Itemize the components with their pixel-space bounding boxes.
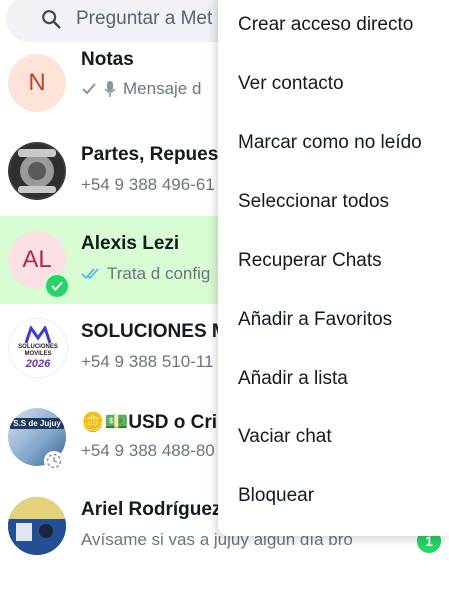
menu-item-ver-contacto[interactable]: Ver contacto xyxy=(238,73,344,95)
search-icon xyxy=(38,6,64,32)
menu-item-anadir-favoritos[interactable]: Añadir a Favoritos xyxy=(238,309,392,331)
group-photo-icon xyxy=(10,144,64,198)
single-check-icon xyxy=(82,83,96,95)
menu-item-bloquear[interactable]: Bloquear xyxy=(238,485,314,507)
menu-item-crear-acceso-directo[interactable]: Crear acceso directo xyxy=(238,14,413,36)
chat-name: Alexis Lezi xyxy=(81,233,180,254)
avatar: SOLUCIONES MOVILES 2026 xyxy=(8,318,68,378)
avatar xyxy=(8,142,66,200)
chat-name: Notas xyxy=(81,49,134,70)
avatar: N xyxy=(8,54,66,112)
chat-preview: Mensaje d xyxy=(81,79,201,99)
avatar xyxy=(8,497,66,555)
chat-preview: +54 9 388 488-80 xyxy=(81,441,215,460)
chat-name: 🪙💵USD o Crip xyxy=(81,412,229,433)
search-input[interactable]: Preguntar a Met xyxy=(76,8,212,30)
chat-name: Ariel Rodríguez xyxy=(81,499,222,520)
menu-item-seleccionar-todos[interactable]: Seleccionar todos xyxy=(238,191,389,213)
menu-item-anadir-lista[interactable]: Añadir a lista xyxy=(238,368,348,390)
menu-item-recuperar-chats[interactable]: Recuperar Chats xyxy=(238,250,382,272)
menu-item-vaciar-chat[interactable]: Vaciar chat xyxy=(238,426,332,448)
double-check-icon xyxy=(81,268,99,280)
profile-photo-icon xyxy=(8,497,66,555)
chat-options-menu: Crear acceso directo Ver contacto Marcar… xyxy=(218,0,449,536)
microphone-icon xyxy=(104,81,116,97)
brand-logo-icon xyxy=(25,326,51,344)
chat-preview: Trata d config xyxy=(81,264,210,284)
chat-name: SOLUCIONES M xyxy=(81,321,228,342)
status-clock-icon xyxy=(44,451,64,471)
chat-preview: +54 9 388 510-11 xyxy=(81,352,214,371)
chat-name: Partes, Repuest xyxy=(81,144,225,165)
menu-item-marcar-no-leido[interactable]: Marcar como no leído xyxy=(238,132,422,154)
selected-check-icon xyxy=(44,273,70,299)
chat-preview: +54 9 388 496-61 xyxy=(81,175,215,194)
